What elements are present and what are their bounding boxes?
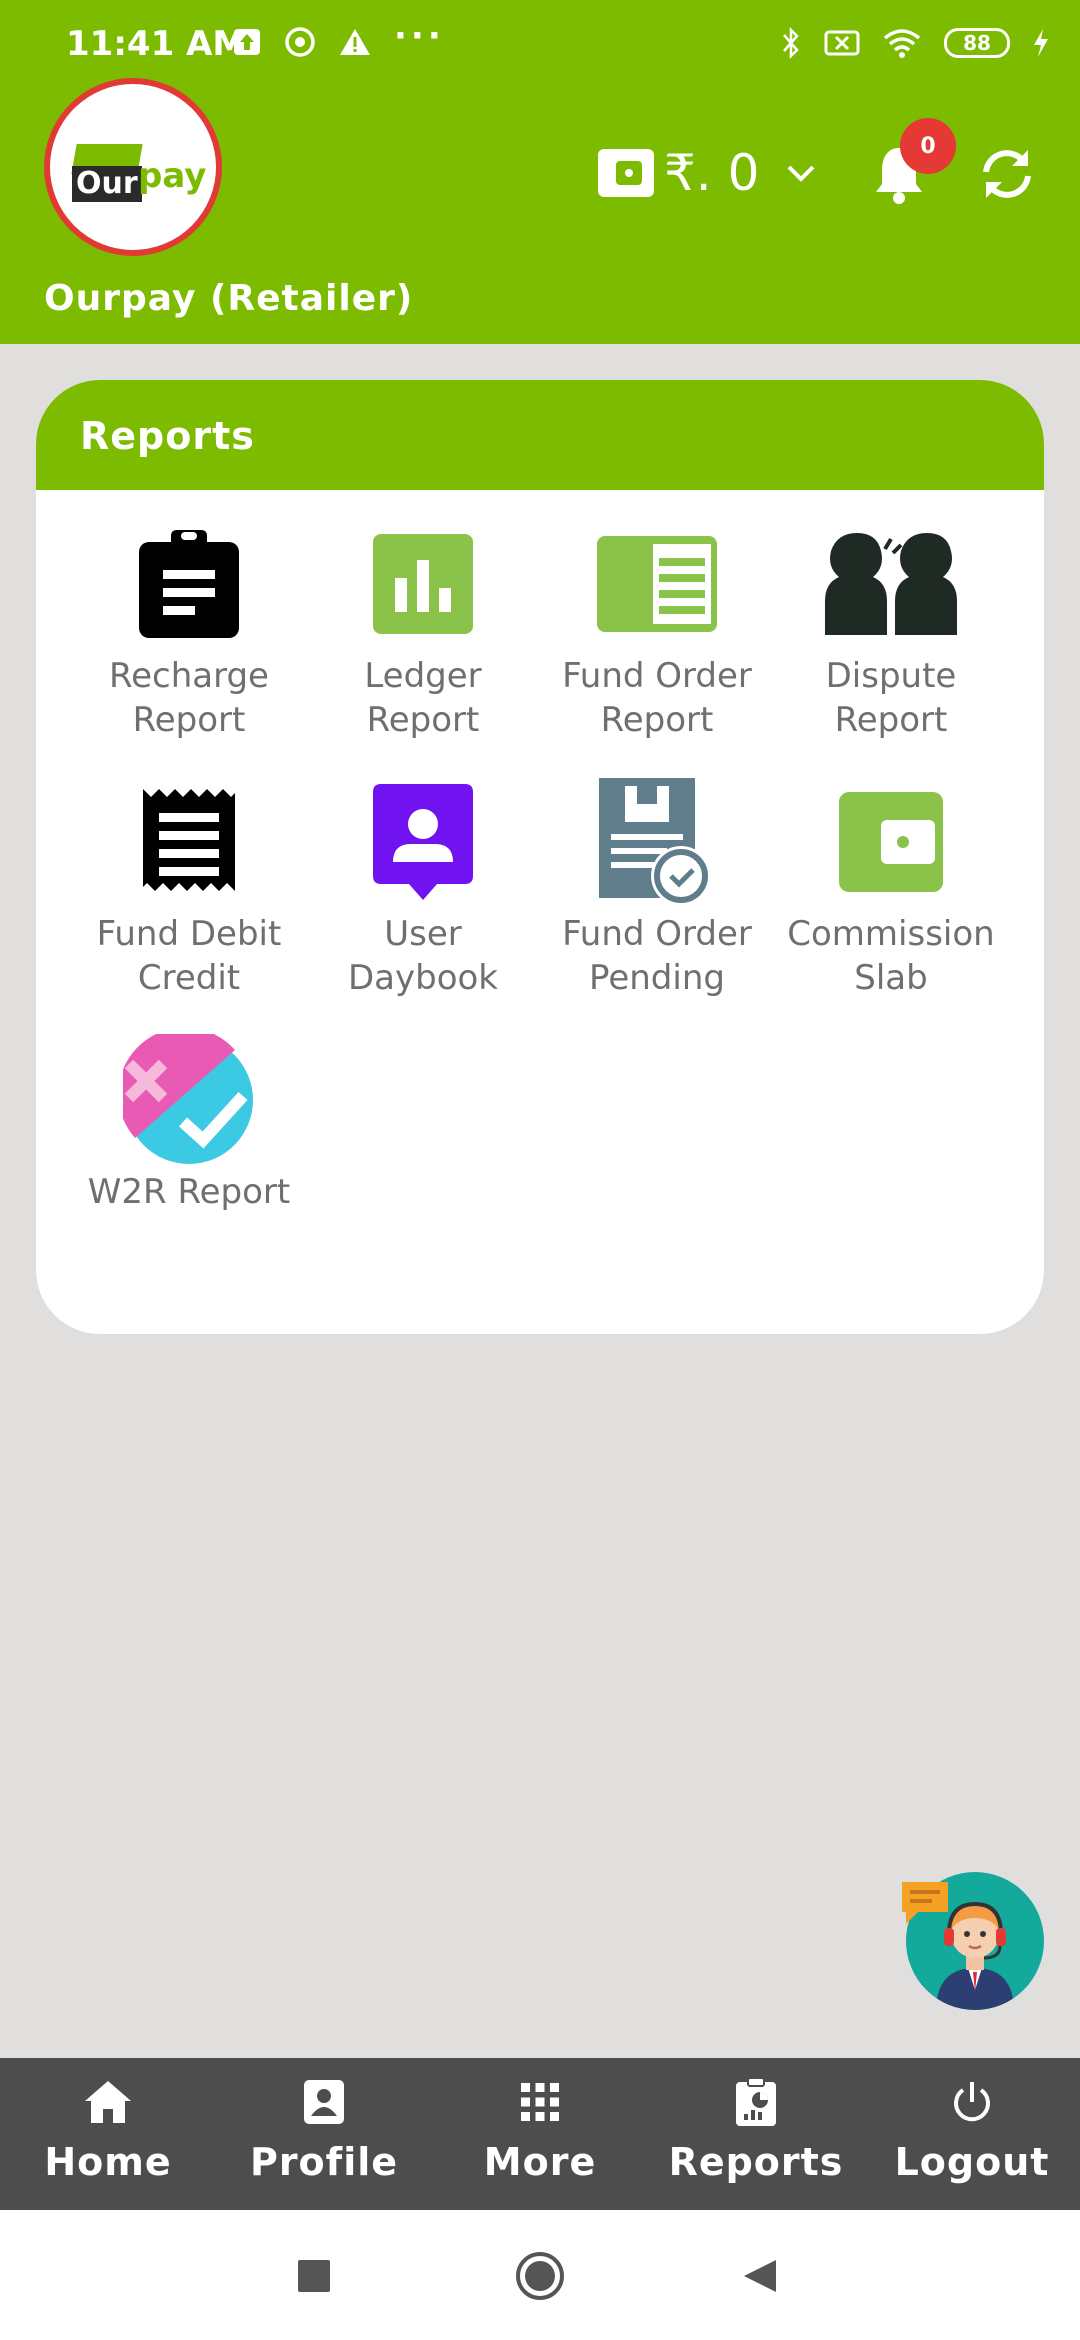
recharge-report-tile[interactable]: Recharge Report xyxy=(74,514,304,742)
refresh-button[interactable] xyxy=(976,146,1038,206)
dispute-people-icon xyxy=(776,514,1006,654)
bottom-navigation: Home Profile More Reports Logout xyxy=(0,2058,1080,2210)
wifi-icon xyxy=(883,29,921,58)
battery-indicator: 88 xyxy=(944,28,1010,58)
account-name: Ourpay (Retailer) xyxy=(44,278,414,319)
nav-logout-label: Logout xyxy=(894,2140,1050,2184)
commission-slab-tile[interactable]: Commission Slab xyxy=(776,772,1006,1000)
reports-card-header: Reports xyxy=(36,380,1044,490)
nav-profile[interactable]: Profile xyxy=(216,2058,432,2210)
receipt-icon xyxy=(74,772,304,912)
wallet-amount: ₹. 0 xyxy=(664,144,760,202)
cross-check-icon xyxy=(74,1030,304,1170)
commission-slab-label: Commission Slab xyxy=(787,914,995,998)
report-icon xyxy=(736,2077,776,2126)
fund-order-report-tile[interactable]: Fund Order Report xyxy=(542,514,772,742)
charging-icon xyxy=(1034,29,1048,57)
logo-text-pay: pay xyxy=(138,156,207,196)
bar-chart-icon xyxy=(308,514,538,654)
nav-more[interactable]: More xyxy=(432,2058,648,2210)
fund-order-pending-label: Fund Order Pending xyxy=(562,914,752,998)
fund-order-report-label: Fund Order Report xyxy=(562,656,752,740)
ourpay-logo: Our pay xyxy=(44,78,222,256)
status-icons-right: 88 xyxy=(780,26,1050,60)
fund-debit-credit-label: Fund Debit Credit xyxy=(96,914,282,998)
fund-order-pending-tile[interactable]: Fund Order Pending xyxy=(542,772,772,1000)
location-alert-icon xyxy=(285,27,315,57)
refresh-icon xyxy=(983,150,1031,198)
app-header: 11:41 AM ··· 88 Our pay ₹. 0 0 Ourpay (R… xyxy=(0,0,1080,344)
home-icon xyxy=(85,2081,131,2123)
home-circle-icon[interactable] xyxy=(514,2250,566,2302)
nav-logout[interactable]: Logout xyxy=(864,2058,1080,2210)
recharge-report-label: Recharge Report xyxy=(109,656,269,740)
power-icon xyxy=(954,2082,990,2122)
pending-document-icon xyxy=(542,772,772,912)
wallet-balance-dropdown[interactable]: ₹. 0 xyxy=(596,144,821,202)
user-daybook-label: User Daybook xyxy=(347,914,498,998)
nav-home-label: Home xyxy=(44,2140,172,2184)
dispute-report-label: Dispute Report xyxy=(825,656,957,740)
bluetooth-icon xyxy=(783,26,799,60)
user-daybook-tile[interactable]: User Daybook xyxy=(308,772,538,1000)
nav-reports[interactable]: Reports xyxy=(648,2058,864,2210)
ledger-report-tile[interactable]: Ledger Report xyxy=(308,514,538,742)
grid-icon xyxy=(521,2083,559,2121)
fund-debit-credit-tile[interactable]: Fund Debit Credit xyxy=(74,772,304,1000)
document-panel-icon xyxy=(542,514,772,654)
ledger-report-label: Ledger Report xyxy=(364,656,482,740)
status-bar: 11:41 AM ··· 88 xyxy=(0,0,1080,96)
w2r-report-tile[interactable]: W2R Report xyxy=(74,1030,304,1214)
profile-icon xyxy=(304,2080,344,2124)
status-icons-left: ··· xyxy=(232,16,445,58)
clipboard-icon xyxy=(74,514,304,654)
back-triangle-icon[interactable] xyxy=(742,2258,778,2294)
nav-reports-label: Reports xyxy=(668,2140,844,2184)
system-navigation-bar xyxy=(0,2210,1080,2340)
recents-square-icon[interactable] xyxy=(298,2260,330,2292)
logo-text-our: Our xyxy=(72,166,142,202)
chat-bubble-icon xyxy=(902,1882,948,1924)
nav-more-label: More xyxy=(483,2140,597,2184)
upload-icon xyxy=(234,29,260,55)
chevron-down-icon xyxy=(788,165,815,182)
notification-badge: 0 xyxy=(900,118,956,174)
user-badge-icon xyxy=(308,772,538,912)
dispute-report-tile[interactable]: Dispute Report xyxy=(776,514,1006,742)
w2r-report-label: W2R Report xyxy=(87,1172,291,1212)
wallet-icon xyxy=(598,149,654,197)
status-time: 11:41 AM xyxy=(66,24,247,64)
reports-card: Reports Recharge Report Ledger Report Fund… xyxy=(36,380,1044,1334)
reports-card-title: Reports xyxy=(80,414,255,458)
nav-profile-label: Profile xyxy=(249,2140,399,2184)
nav-home[interactable]: Home xyxy=(0,2058,216,2210)
wallet-icon xyxy=(776,772,1006,912)
warning-icon xyxy=(340,29,370,55)
more-status-dots: ··· xyxy=(394,16,445,56)
sim-off-icon xyxy=(824,30,860,56)
